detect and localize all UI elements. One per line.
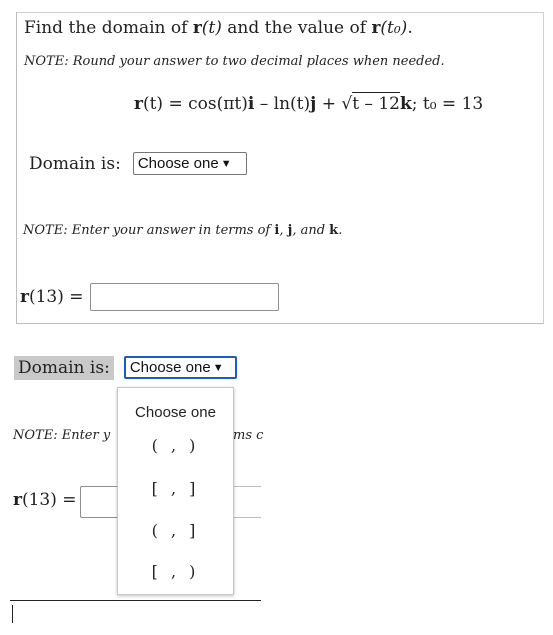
option-open-open[interactable]: ( , ) xyxy=(118,436,233,455)
r13-answer-input-lower[interactable] xyxy=(80,486,120,518)
domain-label: Domain is: xyxy=(29,153,121,174)
option-closed-open[interactable]: [ , ) xyxy=(118,562,233,581)
domain-row-2: Domain is: Choose one ▼ xyxy=(14,355,237,380)
select-value: Choose one xyxy=(129,359,211,376)
vector-note-partial: NOTE: Enter y xyxy=(13,428,111,443)
divider xyxy=(10,600,261,601)
domain-row-1: Domain is: Choose one ▼ xyxy=(29,152,247,175)
r13-label-lower: r(13) = xyxy=(13,490,77,510)
option-closed-closed[interactable]: [ , ] xyxy=(118,479,233,498)
vector-function-equation: r(t) = cos(πt)i – ln(t)j + √t – 12k; t₀ … xyxy=(134,92,484,114)
option-open-closed[interactable]: ( , ] xyxy=(118,521,233,540)
text-cursor xyxy=(12,605,13,623)
question-text: Find the domain of r(t) and the value of… xyxy=(24,18,413,38)
r13-answer-input[interactable] xyxy=(90,283,279,311)
domain-label-highlighted: Domain is: xyxy=(14,355,114,380)
r13-label: r(13) = xyxy=(20,287,84,307)
chevron-down-icon: ▼ xyxy=(212,361,224,374)
option-choose-one[interactable]: Choose one xyxy=(118,404,233,421)
rounding-note: NOTE: Round your answer to two decimal p… xyxy=(24,54,445,69)
domain-select-open[interactable]: Choose one ▼ xyxy=(123,356,237,379)
select-value: Choose one xyxy=(137,155,219,172)
vector-note-right-fragment: ms c xyxy=(233,428,264,443)
vector-note: NOTE: Enter your answer in terms of i, j… xyxy=(23,223,343,238)
domain-select[interactable]: Choose one ▼ xyxy=(132,152,247,175)
input-top-border-fragment xyxy=(234,486,261,487)
domain-options-list: Choose one ( , ) [ , ] ( , ] [ , ) xyxy=(117,387,234,595)
input-bottom-border-fragment xyxy=(234,517,261,518)
chevron-down-icon: ▼ xyxy=(220,157,232,170)
